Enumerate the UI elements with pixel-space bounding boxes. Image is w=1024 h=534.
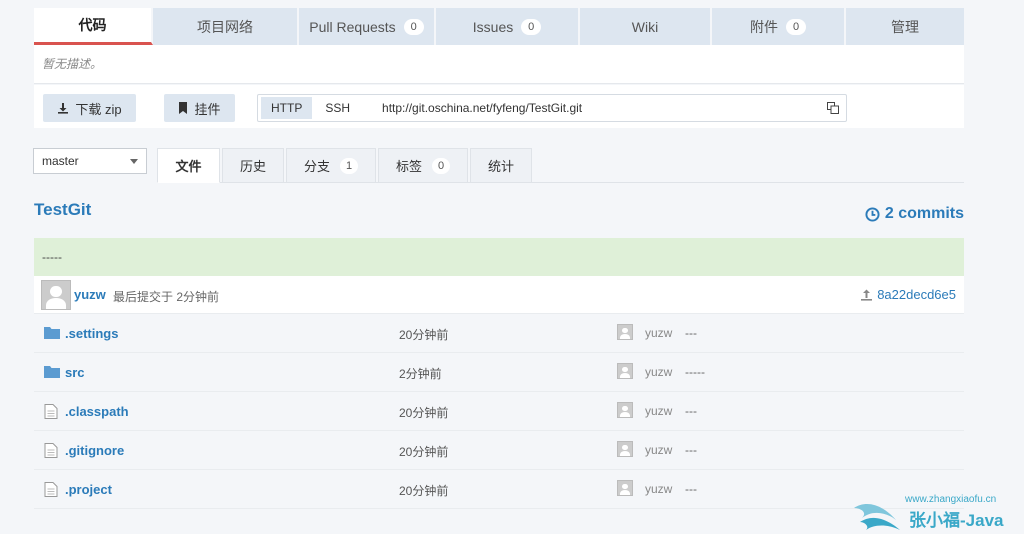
file-icon: [44, 482, 58, 500]
copy-icon: [827, 102, 839, 114]
file-author[interactable]: yuzw: [645, 482, 672, 496]
table-row: src 2分钟前 yuzw -----: [34, 353, 964, 392]
commits-count: 2 commits: [884, 205, 964, 222]
file-icon: [44, 443, 58, 461]
tab-label: 分支: [303, 159, 330, 174]
file-name-link[interactable]: src: [65, 365, 85, 380]
tab-pull-requests[interactable]: Pull Requests 0: [299, 8, 436, 45]
file-author[interactable]: yuzw: [645, 326, 672, 340]
tab-label: 统计: [487, 159, 514, 174]
tab-files[interactable]: 文件: [157, 148, 220, 183]
table-row: .classpath 20分钟前 yuzw ---: [34, 392, 964, 431]
repo-description: 暂无描述。: [34, 45, 964, 84]
download-zip-label: 下载 zip: [75, 101, 122, 117]
tab-history[interactable]: 历史: [222, 148, 284, 183]
file-commit-message[interactable]: ---: [685, 443, 697, 457]
branch-select-value: master: [42, 154, 79, 168]
commit-hash-link[interactable]: 8a22decd6e5: [860, 287, 956, 302]
issues-count: 0: [521, 18, 542, 35]
tab-label: Issues: [472, 18, 514, 35]
commit-hash: 8a22decd6e5: [877, 287, 956, 302]
clock-icon: [865, 206, 880, 222]
pull-requests-count: 0: [403, 18, 424, 35]
branch-select[interactable]: master: [33, 148, 147, 174]
download-icon: [58, 103, 69, 114]
commits-link[interactable]: 2 commits: [865, 205, 964, 223]
repo-nav-tabs: 代码 项目网络 Pull Requests 0 Issues 0 Wiki 附件…: [34, 8, 964, 45]
tab-label: 文件: [175, 159, 202, 174]
tags-count: 0: [432, 157, 450, 174]
file-commit-message[interactable]: ---: [685, 482, 697, 496]
repo-actions: 下载 zip 挂件 HTTP SSH http://git.oschina.ne…: [34, 85, 964, 128]
file-commit-message[interactable]: -----: [685, 365, 705, 379]
download-zip-button[interactable]: 下载 zip: [43, 94, 136, 122]
avatar[interactable]: [41, 280, 71, 310]
ssh-toggle[interactable]: SSH: [315, 97, 360, 119]
clone-url-box: HTTP SSH http://git.oschina.net/fyfeng/T…: [257, 94, 847, 122]
avatar[interactable]: [617, 402, 633, 418]
tab-label: 管理: [891, 18, 919, 35]
avatar[interactable]: [617, 480, 633, 496]
clone-url-field[interactable]: http://git.oschina.net/fyfeng/TestGit.gi…: [382, 101, 820, 115]
file-author[interactable]: yuzw: [645, 365, 672, 379]
upload-icon: [861, 289, 873, 301]
tab-label: 项目网络: [197, 18, 253, 35]
avatar[interactable]: [617, 324, 633, 340]
file-time: 2分钟前: [399, 367, 442, 381]
watermark-text: 张小福-Java: [909, 511, 1004, 530]
tab-label: Pull Requests: [309, 18, 396, 35]
last-commit-message: -----: [34, 238, 964, 276]
table-row: .project 20分钟前 yuzw ---: [34, 470, 964, 509]
file-name-link[interactable]: .classpath: [65, 404, 129, 419]
tab-network[interactable]: 项目网络: [153, 8, 299, 45]
tab-admin[interactable]: 管理: [846, 8, 964, 45]
file-time: 20分钟前: [399, 328, 449, 342]
file-list: .settings 20分钟前 yuzw --- src 2分钟前 yuzw -…: [34, 314, 964, 509]
table-row: .gitignore 20分钟前 yuzw ---: [34, 431, 964, 470]
tab-issues[interactable]: Issues 0: [436, 8, 580, 45]
bookmark-icon: [179, 102, 188, 114]
tab-wiki[interactable]: Wiki: [580, 8, 712, 45]
widget-button[interactable]: 挂件: [164, 94, 235, 122]
folder-icon: [44, 326, 60, 342]
watermark-url: www.zhangxiaofu.cn: [905, 494, 997, 505]
attachments-count: 0: [786, 18, 806, 35]
branches-count: 1: [340, 157, 358, 174]
file-time: 20分钟前: [399, 484, 449, 498]
file-name-link[interactable]: .settings: [65, 326, 118, 341]
file-author[interactable]: yuzw: [645, 443, 672, 457]
file-icon: [44, 404, 58, 422]
tab-tags[interactable]: 标签 0: [378, 148, 468, 183]
copy-button[interactable]: [820, 97, 846, 119]
file-commit-message[interactable]: ---: [685, 404, 697, 418]
avatar[interactable]: [617, 363, 633, 379]
tab-label: Wiki: [631, 18, 659, 35]
tab-label: 代码: [78, 17, 107, 33]
tab-stats[interactable]: 统计: [470, 148, 532, 183]
tab-label: 标签: [395, 159, 422, 174]
tab-label: 附件: [750, 18, 778, 35]
watermark-logo-icon: [854, 504, 900, 530]
table-row: .settings 20分钟前 yuzw ---: [34, 314, 964, 353]
tab-code[interactable]: 代码: [34, 8, 153, 45]
commit-meta: 最后提交于 2分钟前: [113, 290, 220, 304]
repo-name-link[interactable]: TestGit: [34, 200, 91, 220]
avatar[interactable]: [617, 441, 633, 457]
file-author[interactable]: yuzw: [645, 404, 672, 418]
file-time: 20分钟前: [399, 406, 449, 420]
file-name-link[interactable]: .gitignore: [65, 443, 124, 458]
last-commit-info: yuzw 最后提交于 2分钟前 8a22decd6e5: [34, 276, 964, 314]
commit-author-link[interactable]: yuzw: [74, 287, 106, 302]
file-commit-message[interactable]: ---: [685, 326, 697, 340]
tab-label: 历史: [239, 159, 266, 174]
http-toggle[interactable]: HTTP: [261, 97, 313, 119]
watermark: www.zhangxiaofu.cn 张小福-Java: [852, 494, 1024, 534]
tab-attachments[interactable]: 附件 0: [712, 8, 846, 45]
widget-label: 挂件: [194, 101, 221, 117]
file-name-link[interactable]: .project: [65, 482, 112, 497]
tab-branches[interactable]: 分支 1: [286, 148, 376, 183]
folder-icon: [44, 365, 60, 381]
file-time: 20分钟前: [399, 445, 449, 459]
caret-down-icon: [130, 158, 138, 164]
